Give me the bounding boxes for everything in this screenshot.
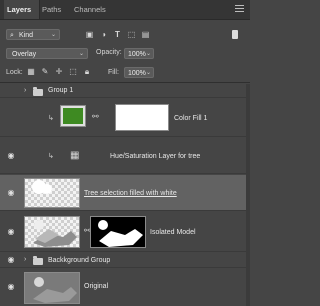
layer-name: Isolated Model [150, 229, 196, 236]
filter-kind-label: Kind [19, 32, 34, 39]
layer-mask-thumbnail[interactable] [115, 104, 169, 131]
layer-row-tree-selection[interactable]: ◉ Tree selection filled with white [0, 175, 250, 211]
clipping-arrow-icon: ↳ [48, 115, 54, 122]
fill-field[interactable]: 100% ⌄ [124, 67, 154, 78]
layer-thumbnail[interactable] [24, 216, 80, 248]
eye-icon[interactable]: ◉ [5, 189, 17, 197]
lock-label: Lock: [6, 69, 23, 76]
eye-icon[interactable]: ◉ [5, 283, 17, 291]
folder-icon [33, 87, 43, 96]
layer-name: Hue/Saturation Layer for tree [110, 153, 201, 160]
lock-all-icon[interactable]: 🔒︎ [82, 67, 92, 77]
filter-kind-dropdown[interactable]: ⌕ Kind ⌄ [6, 29, 60, 40]
layer-name: Group 1 [48, 87, 74, 94]
layer-mask-thumbnail[interactable] [90, 216, 146, 248]
layer-thumbnail[interactable] [60, 105, 86, 127]
layer-row-group-1[interactable]: › Group 1 [0, 84, 250, 98]
opacity-value: 100% [128, 51, 146, 58]
layer-name: Color Fill 1 [174, 115, 208, 122]
search-icon: ⌕ [10, 32, 14, 39]
panel-tab-bar: Layers Paths Channels [0, 0, 250, 20]
lock-image-icon[interactable]: ✎ [40, 67, 50, 77]
filter-toggle-switch[interactable] [232, 30, 238, 39]
chevron-down-icon: ⌄ [145, 70, 151, 76]
link-chain-icon[interactable]: ⚯ [92, 112, 99, 121]
layer-row-background-group[interactable]: ◉ › Backkground Group [0, 253, 250, 268]
layer-name: Original [84, 283, 109, 290]
chevron-right-icon[interactable]: › [24, 87, 26, 94]
chevron-down-icon: ⌄ [50, 32, 56, 38]
layer-thumbnail[interactable] [24, 178, 80, 208]
chevron-right-icon[interactable]: › [24, 256, 26, 263]
eye-icon[interactable]: ◉ [5, 256, 17, 264]
layer-row-original[interactable]: ◉ Original [0, 269, 250, 306]
layer-row-color-fill-1[interactable]: ↳ ⚯ Color Fill 1 [0, 99, 250, 137]
fill-value: 100% [128, 70, 146, 77]
filter-shape-icon[interactable]: ⬚ [126, 29, 137, 40]
chevron-down-icon: ⌄ [145, 51, 151, 57]
eye-icon[interactable]: ◉ [5, 228, 17, 236]
lock-transparency-icon[interactable]: ▦ [26, 67, 36, 77]
filter-adjustment-icon[interactable]: ◑ [98, 29, 109, 40]
lock-artboard-icon[interactable]: ⬚ [68, 67, 78, 77]
folder-icon [33, 256, 43, 265]
blend-mode-dropdown[interactable]: Overlay ⌄ [6, 48, 88, 59]
layer-name: Tree selection filled with white [84, 190, 177, 197]
eye-icon[interactable]: ◉ [5, 152, 17, 160]
mask-silhouette-image [98, 220, 143, 247]
original-photo-image [25, 273, 79, 303]
lock-position-icon[interactable]: ✛ [54, 67, 64, 77]
panel-menu-icon[interactable] [235, 5, 244, 13]
scrollbar[interactable] [246, 84, 250, 306]
divider [0, 82, 250, 83]
tab-layers[interactable]: Layers [4, 0, 40, 19]
tab-channels[interactable]: Channels [74, 0, 106, 19]
layer-row-isolated-model[interactable]: ◉ ⚯ Isolated Model [0, 212, 250, 252]
clipping-arrow-icon: ↳ [48, 153, 54, 160]
adjustment-layer-icon: ▦ [70, 150, 80, 161]
filter-type-icon[interactable]: T [112, 29, 123, 40]
layer-row-hue-saturation[interactable]: ◉ ↳ ▦ Hue/Saturation Layer for tree [0, 138, 250, 174]
filter-pixel-icon[interactable]: ▣ [84, 29, 95, 40]
layer-name: Backkground Group [48, 257, 111, 264]
chevron-down-icon: ⌄ [78, 51, 84, 57]
blend-mode-value: Overlay [12, 51, 37, 58]
tab-paths[interactable]: Paths [42, 0, 61, 19]
model-image [33, 220, 77, 247]
filter-smart-object-icon[interactable]: ▤ [140, 29, 151, 40]
opacity-field[interactable]: 100% ⌄ [124, 48, 154, 59]
tree-silhouette-image [32, 180, 52, 194]
opacity-label: Opacity: [96, 49, 122, 56]
fill-label: Fill: [108, 69, 119, 76]
layer-thumbnail[interactable] [24, 272, 80, 304]
